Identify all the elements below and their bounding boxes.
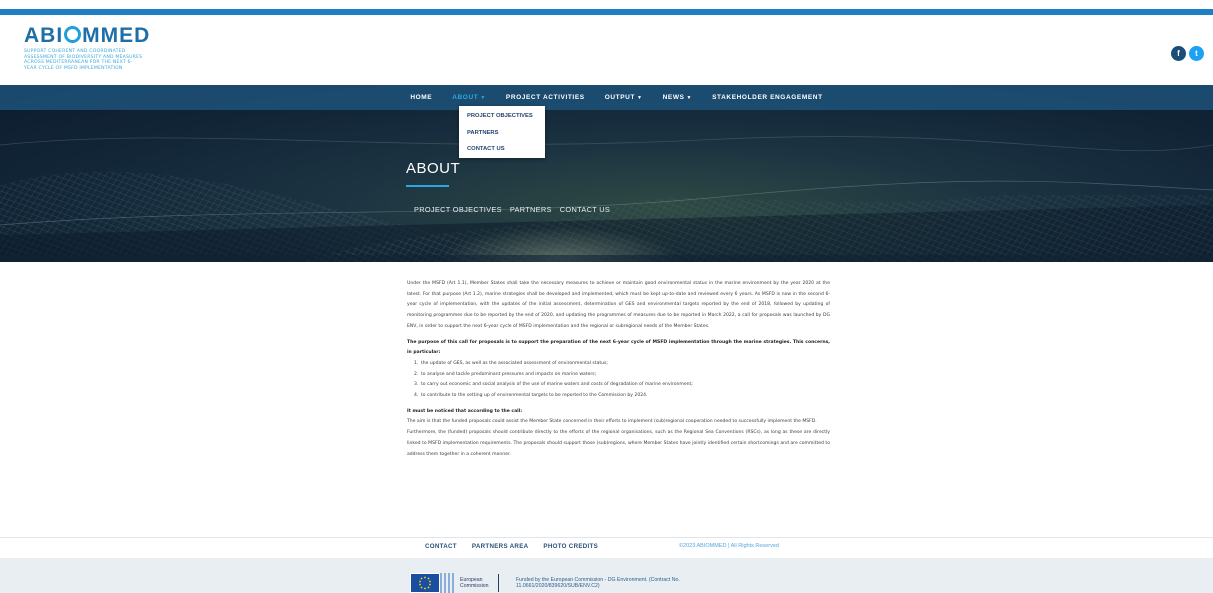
nav-about[interactable]: ABOUT ▼: [452, 94, 486, 101]
nav-news[interactable]: NEWS ▼: [663, 94, 692, 101]
footer-link-contact[interactable]: CONTACT: [425, 543, 457, 550]
intro-paragraph: Under the MSFD (Art 1.1), Member States …: [407, 281, 830, 329]
twitter-icon[interactable]: t: [1189, 46, 1204, 61]
aim-paragraph: The aim is that the funded proposals cou…: [407, 419, 817, 425]
facebook-icon[interactable]: f: [1171, 46, 1186, 61]
main-navigation: HOME ABOUT ▼ PROJECT ACTIVITIES OUTPUT ▼ N…: [0, 85, 1213, 110]
european-commission-label: European Commission: [460, 577, 489, 589]
hero-link-project-objectives[interactable]: PROJECT OBJECTIVES: [414, 205, 502, 214]
nav-home[interactable]: HOME: [410, 94, 432, 101]
hero-subnav: PROJECT OBJECTIVES PARTNERS CONTACT US: [414, 205, 610, 214]
site-logo[interactable]: ABI MMED SUPPORT COHERENT AND COORDINATED…: [24, 24, 150, 72]
social-links: f t: [1171, 46, 1204, 61]
hero-banner: HOME ABOUT ▼ PROJECT ACTIVITIES OUTPUT ▼ N…: [0, 85, 1213, 262]
nav-project-activities[interactable]: PROJECT ACTIVITIES: [506, 94, 585, 101]
logo-wordmark: ABI MMED: [24, 24, 151, 47]
footer-links: CONTACT PARTNERS AREA PHOTO CREDITS: [425, 543, 598, 550]
divider: [498, 574, 499, 592]
eu-flag-icon: [410, 573, 440, 593]
furthermore-paragraph: Furthermore, the (funded) proposals shou…: [407, 430, 830, 457]
about-dropdown-menu: PROJECT OBJECTIVES PARTNERS CONTACT US: [459, 106, 545, 158]
logo-tagline: SUPPORT COHERENT AND COORDINATED ASSESSM…: [24, 49, 143, 72]
hero-link-contact-us[interactable]: CONTACT US: [560, 205, 610, 214]
list-item: 4. to contribute to the setting up of env…: [414, 393, 648, 399]
footer-link-photo-credits[interactable]: PHOTO CREDITS: [543, 543, 598, 550]
hero-underwater-photo: [0, 136, 1213, 262]
hero-link-partners[interactable]: PARTNERS: [510, 205, 552, 214]
nav-stakeholder-engagement[interactable]: STAKEHOLDER ENGAGEMENT: [712, 94, 823, 101]
list-item: 2. to analyse and tackle predominant pres…: [414, 371, 597, 377]
copyright-text: ©2023 ABIOMMED | All Rights Reserved: [679, 543, 779, 549]
about-content: Under the MSFD (Art 1.1), Member States …: [407, 279, 830, 460]
chevron-down-icon: ▼: [637, 95, 643, 101]
list-item: 3. to carry out economic and social analy…: [414, 382, 693, 388]
nav-output[interactable]: OUTPUT ▼: [605, 94, 643, 101]
logo-o-mark: [64, 26, 82, 43]
list-item: 1. the update of GES, as well as the asso…: [414, 360, 608, 366]
title-underline: [406, 185, 449, 187]
page-title: ABOUT: [406, 160, 461, 177]
notice-heading: It must be noticed that according to the…: [407, 408, 523, 414]
ec-logo-stripes: [440, 573, 456, 593]
chevron-down-icon: ▼: [480, 95, 486, 101]
dropdown-item-contact-us[interactable]: CONTACT US: [467, 143, 537, 160]
page: ABI MMED SUPPORT COHERENT AND COORDINATED…: [0, 0, 1213, 593]
funding-footer: European Commission Funded by the Europe…: [0, 558, 1213, 593]
footer-link-partners-area[interactable]: PARTNERS AREA: [472, 543, 529, 550]
funding-statement: Funded by the European Commission - DG E…: [516, 577, 680, 590]
purpose-paragraph: The purpose of this call for proposals i…: [407, 339, 830, 356]
dropdown-item-project-objectives[interactable]: PROJECT OBJECTIVES: [467, 110, 537, 127]
dropdown-item-partners[interactable]: PARTNERS: [467, 127, 537, 144]
purpose-list: 1. the update of GES, as well as the asso…: [407, 359, 830, 402]
footer-nav-bar: CONTACT PARTNERS AREA PHOTO CREDITS ©202…: [0, 537, 1213, 558]
chevron-down-icon: ▼: [686, 95, 693, 101]
site-header: ABI MMED SUPPORT COHERENT AND COORDINATED…: [0, 15, 1213, 85]
